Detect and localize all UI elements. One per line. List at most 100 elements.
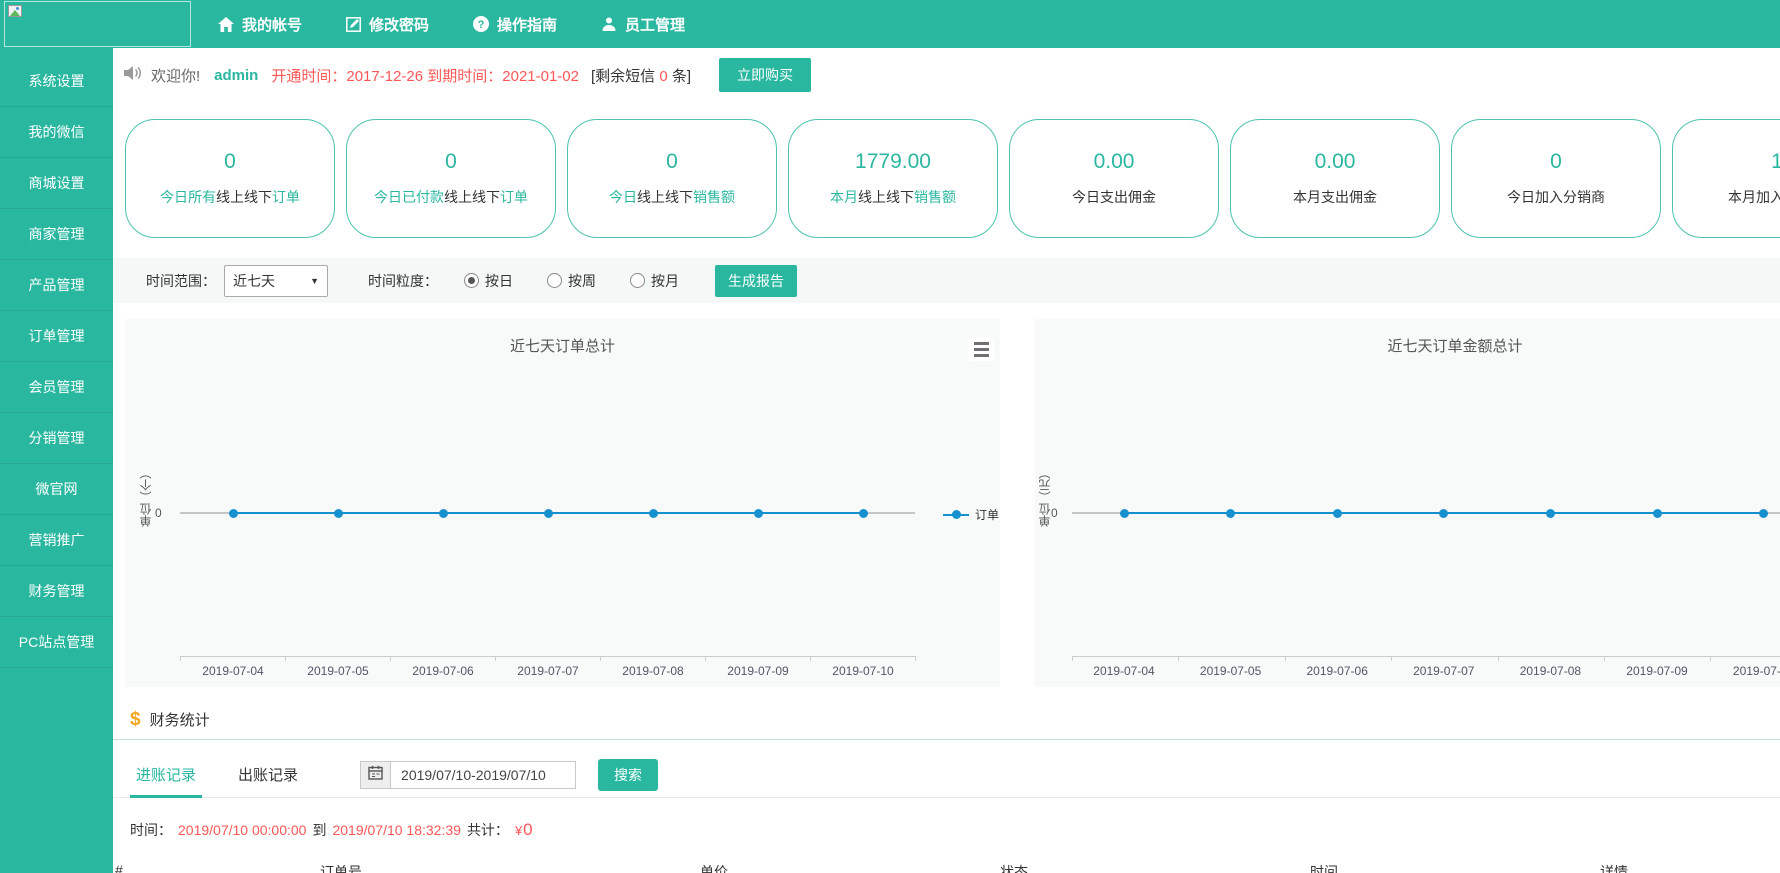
stat-value: 0 <box>445 150 457 174</box>
x-axis-date-label: 2019-07-06 <box>1292 664 1382 678</box>
granularity-label: 时间粒度： <box>368 271 438 291</box>
tab-outgoing-records[interactable]: 出账记录 <box>232 752 304 797</box>
stat-card-3: 0今日线上线下销售额 <box>567 119 777 238</box>
stat-card-1: 0 今日所有线上线下订单 <box>125 119 335 238</box>
stat-label-segment: 本月支出佣金 <box>1293 189 1377 205</box>
x-axis-tick <box>600 656 601 661</box>
x-axis-date-label: 2019-07-05 <box>293 664 383 678</box>
sidebar-item-7[interactable]: 会员管理 <box>0 362 113 413</box>
data-point <box>1120 509 1129 518</box>
nav-my-account[interactable]: 我的帐号 <box>218 14 302 35</box>
sidebar-item-5[interactable]: 产品管理 <box>0 260 113 311</box>
stat-label: 今日所有线上线下订单 <box>160 187 300 207</box>
logo <box>4 1 191 47</box>
table-header-4: 状态 <box>1000 862 1028 873</box>
nav-label: 我的帐号 <box>242 14 302 35</box>
x-axis-line <box>180 656 915 657</box>
sidebar-item-2[interactable]: 我的微信 <box>0 107 113 158</box>
x-axis-date-label: 2019-07-08 <box>608 664 698 678</box>
y-axis-tick-label: 0 <box>155 506 162 520</box>
stat-value: 0 <box>224 150 236 174</box>
buy-now-button[interactable]: 立即购买 <box>719 58 811 92</box>
nav-label: 操作指南 <box>497 14 557 35</box>
stat-label-segment: 今日已付款 <box>374 189 444 205</box>
account-period: 开通时间：2017-12-26 到期时间：2021-01-02 <box>271 65 579 86</box>
sidebar-item-1[interactable]: 系统设置 <box>0 56 113 107</box>
radio-按月[interactable]: 按月 <box>630 271 679 291</box>
range-select-value: 近七天 <box>233 271 275 291</box>
radio-label: 按月 <box>651 271 679 291</box>
summary-total-label: 共计： <box>467 820 509 840</box>
finance-table-header: #订单号单价状态时间详情 <box>113 862 1780 873</box>
nav-staff[interactable]: 员工管理 <box>601 14 685 35</box>
search-button[interactable]: 搜索 <box>598 759 658 791</box>
chart-menu-icon[interactable] <box>968 337 994 361</box>
sidebar-item-10[interactable]: 营销推广 <box>0 515 113 566</box>
radio-circle[interactable] <box>547 273 562 288</box>
chart-legend[interactable]: 订单 <box>943 506 999 523</box>
sidebar-item-6[interactable]: 订单管理 <box>0 311 113 362</box>
x-axis-tick <box>1710 656 1711 661</box>
stat-card-2: 0 今日已付款线上线下订单 <box>346 119 556 238</box>
radio-label: 按周 <box>568 271 596 291</box>
date-range-group <box>360 761 576 789</box>
generate-report-button[interactable]: 生成报告 <box>715 265 797 297</box>
data-point <box>439 509 448 518</box>
staff-icon <box>601 16 617 32</box>
sidebar-item-11[interactable]: 财务管理 <box>0 566 113 617</box>
summary-total-currency: ¥ <box>515 823 522 838</box>
sidebar-item-4[interactable]: 商家管理 <box>0 209 113 260</box>
x-axis-date-label: 2019-07-07 <box>1399 664 1489 678</box>
welcome-username: admin <box>214 67 258 84</box>
sidebar-item-9[interactable]: 微官网 <box>0 464 113 515</box>
y-axis-tick-label: 0 <box>1051 506 1058 520</box>
x-axis-date-label: 2019-07-04 <box>188 664 278 678</box>
stat-label-segment: 本月 <box>830 189 858 205</box>
nav-label: 修改密码 <box>369 14 429 35</box>
radio-circle[interactable] <box>630 273 645 288</box>
granularity-group: 按日 按周 按月 <box>464 271 679 291</box>
sidebar-item-12[interactable]: PC站点管理 <box>0 617 113 668</box>
sidebar-item-3[interactable]: 商城设置 <box>0 158 113 209</box>
sidebar-item-8[interactable]: 分销管理 <box>0 413 113 464</box>
radio-按周[interactable]: 按周 <box>547 271 596 291</box>
stat-value: 0.00 <box>1094 150 1135 174</box>
calendar-button[interactable] <box>360 761 390 789</box>
welcome-greeting: 欢迎你! <box>151 65 200 86</box>
home-icon <box>218 17 234 32</box>
stat-label-segment: 线上线下 <box>444 189 500 205</box>
stat-label-segment: 今日加入分销商 <box>1507 189 1605 205</box>
nav-guide[interactable]: ? 操作指南 <box>473 14 557 35</box>
table-header-1: # <box>115 862 123 873</box>
x-axis-date-label: 2019-07-05 <box>1186 664 1276 678</box>
stat-card-8: 1本月加入分销商 <box>1672 119 1780 238</box>
welcome-bar: 欢迎你! admin 开通时间：2017-12-26 到期时间：2021-01-… <box>113 48 1780 102</box>
x-axis-tick <box>390 656 391 661</box>
table-header-2: 订单号 <box>320 862 362 873</box>
order-amount-chart-panel: 近七天订单金额总计单位（元）02019-07-042019-07-052019-… <box>1035 319 1780 687</box>
data-point <box>1333 509 1342 518</box>
stat-value: 1779.00 <box>855 150 931 174</box>
speaker-icon <box>123 65 142 85</box>
chevron-down-icon: ▼ <box>310 276 319 286</box>
finance-tabs-row: 进账记录 出账记录 搜索 <box>113 752 1780 798</box>
data-point <box>229 509 238 518</box>
y-axis-unit-label: 单位（个） <box>137 467 154 527</box>
radio-按日[interactable]: 按日 <box>464 271 513 291</box>
range-select[interactable]: 近七天 ▼ <box>224 265 328 297</box>
x-axis-tick <box>285 656 286 661</box>
stat-label: 本月线上线下销售额 <box>830 187 956 207</box>
data-point <box>859 509 868 518</box>
summary-to-word: 到 <box>312 820 326 840</box>
stat-label: 今日支出佣金 <box>1072 187 1156 207</box>
nav-change-password[interactable]: 修改密码 <box>346 14 429 35</box>
sidebar: 系统设置我的微信商城设置商家管理产品管理订单管理会员管理分销管理微官网营销推广财… <box>0 48 113 873</box>
x-axis-date-label: 2019-07-09 <box>1612 664 1702 678</box>
radio-circle[interactable] <box>464 273 479 288</box>
stat-label: 今日已付款线上线下订单 <box>374 187 528 207</box>
stat-card-6: 0.00本月支出佣金 <box>1230 119 1440 238</box>
x-axis-tick <box>1285 656 1286 661</box>
tab-income-records[interactable]: 进账记录 <box>130 752 202 797</box>
date-range-input[interactable] <box>390 761 576 789</box>
stat-label: 本月加入分销商 <box>1728 187 1780 207</box>
